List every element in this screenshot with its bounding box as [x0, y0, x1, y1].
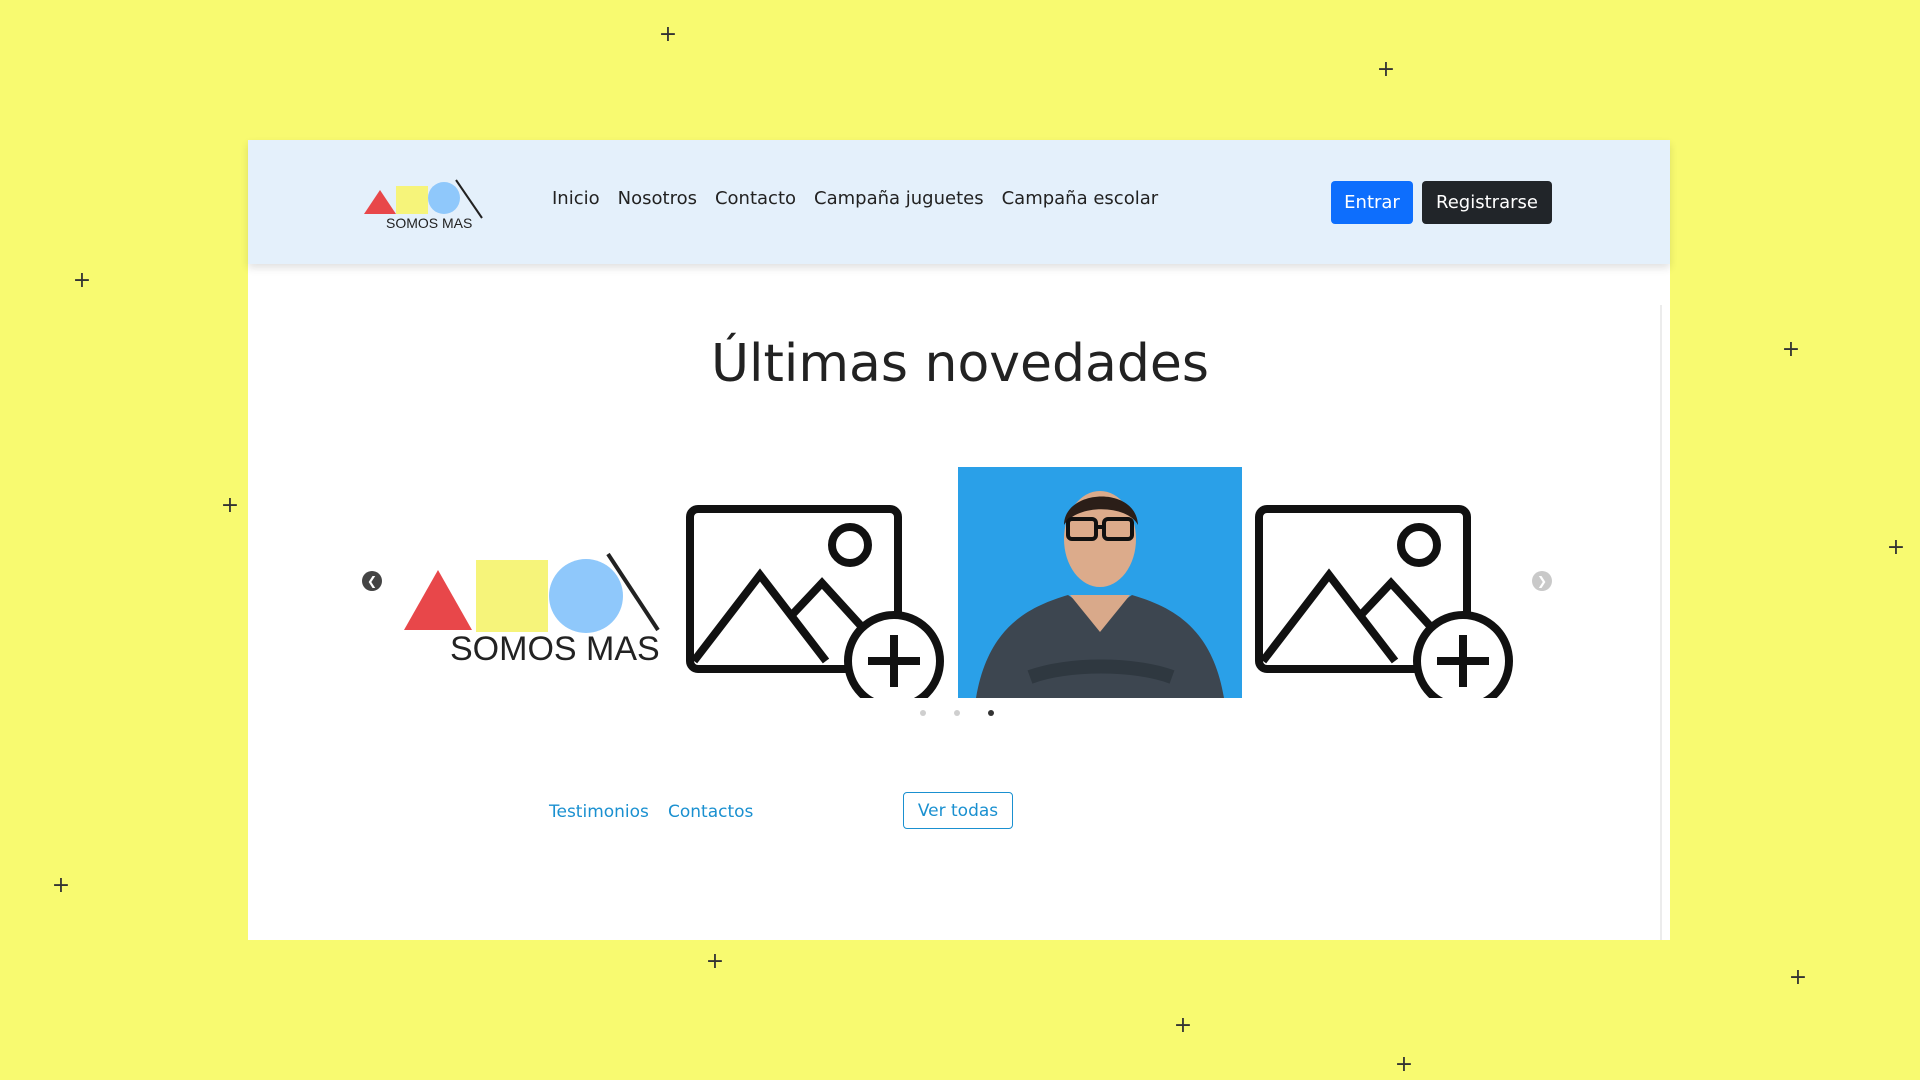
slide-logo-text: SOMOS MAS — [450, 630, 660, 668]
login-button[interactable]: Entrar — [1331, 181, 1413, 224]
sparkle-decoration: + — [72, 268, 92, 293]
scrollbar[interactable] — [1660, 305, 1662, 940]
image-add-icon — [686, 505, 944, 698]
link-testimonios[interactable]: Testimonios — [549, 802, 649, 822]
carousel-indicators — [920, 710, 994, 716]
brand-logo[interactable]: SOMOS MAS — [364, 176, 484, 232]
chevron-right-icon: ❯ — [1536, 574, 1548, 588]
person-photo — [958, 467, 1242, 698]
logo-text: SOMOS MAS — [386, 215, 472, 231]
carousel-dot[interactable] — [920, 710, 926, 716]
carousel-prev-button[interactable]: ❮ — [362, 571, 382, 591]
nav-link-nosotros[interactable]: Nosotros — [618, 188, 697, 209]
sparkle-decoration: + — [1173, 1013, 1193, 1038]
nav-link-contacto[interactable]: Contacto — [715, 188, 796, 209]
carousel-slide-photo — [958, 467, 1242, 698]
nav-links: Inicio Nosotros Contacto Campaña juguete… — [552, 188, 1158, 209]
page-title: Últimas novedades — [711, 334, 1209, 394]
link-contactos[interactable]: Contactos — [668, 802, 753, 822]
nav-link-campana-escolar[interactable]: Campaña escolar — [1002, 188, 1159, 209]
image-add-icon — [1255, 505, 1513, 698]
view-all-button[interactable]: Ver todas — [903, 792, 1013, 829]
sparkle-decoration: + — [220, 493, 240, 518]
sparkle-decoration: + — [1788, 965, 1808, 990]
sparkle-decoration: + — [658, 22, 678, 47]
nav-link-campana-juguetes[interactable]: Campaña juguetes — [814, 188, 984, 209]
carousel-slide-logo: SOMOS MAS — [400, 548, 664, 678]
nav-link-inicio[interactable]: Inicio — [552, 188, 600, 209]
carousel-slide-placeholder — [1255, 503, 1515, 698]
carousel-next-button[interactable]: ❯ — [1532, 571, 1552, 591]
register-button[interactable]: Registrarse — [1422, 181, 1552, 224]
carousel-slide-placeholder — [686, 503, 946, 698]
chevron-left-icon: ❮ — [366, 574, 378, 588]
sparkle-decoration: + — [1394, 1052, 1414, 1077]
sparkle-decoration: + — [705, 949, 725, 974]
sparkle-decoration: + — [1886, 535, 1906, 560]
sparkle-decoration: + — [1376, 57, 1396, 82]
sparkle-decoration: + — [51, 873, 71, 898]
navbar: SOMOS MAS Inicio Nosotros Contacto Campa… — [248, 140, 1670, 264]
carousel-dot[interactable] — [954, 710, 960, 716]
carousel-dot-active[interactable] — [988, 710, 994, 716]
